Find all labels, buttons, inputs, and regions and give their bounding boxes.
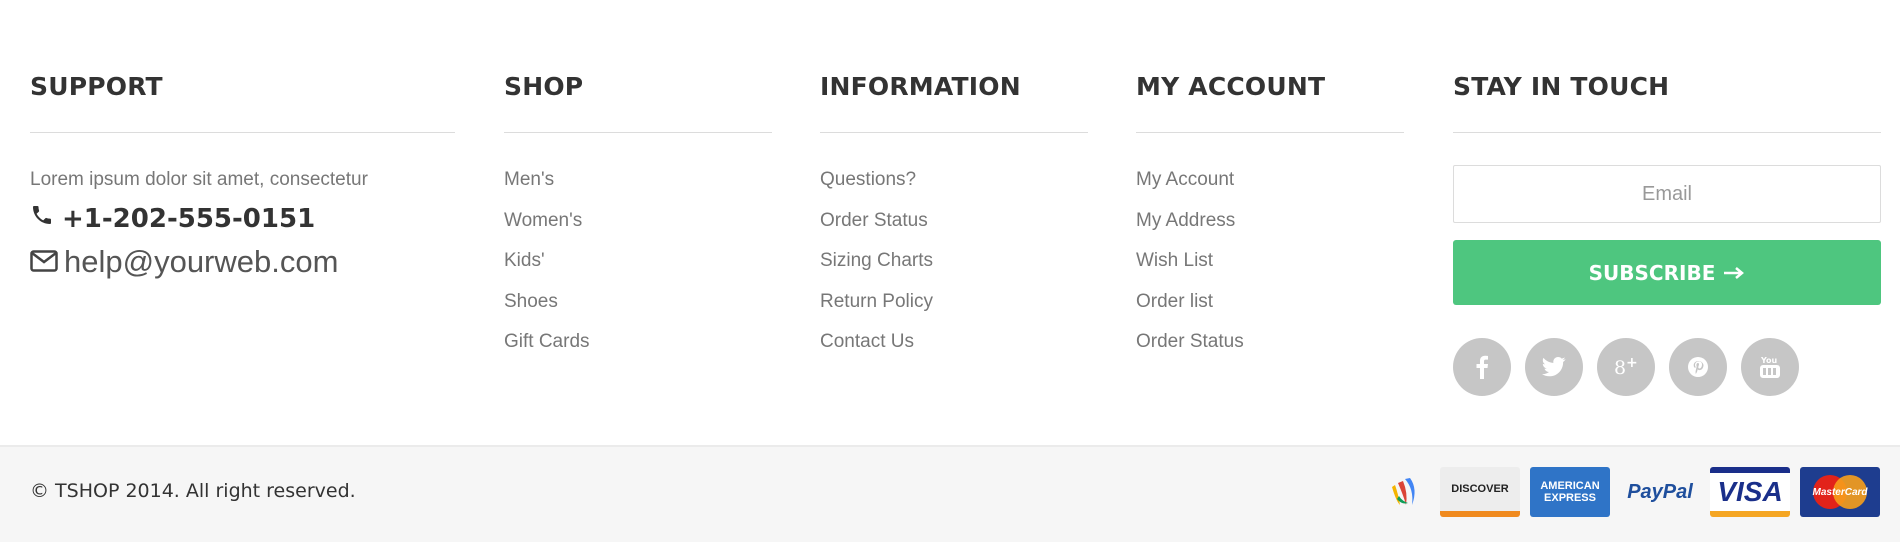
information-links: Questions? Order Status Sizing Charts Re…: [820, 169, 1088, 372]
divider: [820, 132, 1088, 133]
subscribe-label: SUBSCRIBE: [1588, 260, 1716, 285]
discover-icon: DISCOVER: [1440, 467, 1520, 517]
support-email[interactable]: help@yourweb.com: [30, 244, 455, 280]
facebook-icon[interactable]: [1453, 338, 1511, 396]
shop-link-mens[interactable]: Men's: [504, 169, 772, 210]
email-address: help@yourweb.com: [64, 244, 339, 279]
stay-in-touch-title: STAY IN TOUCH: [1453, 72, 1670, 101]
payment-methods: DISCOVER AMERICAN EXPRESS PayPal VISA Ma…: [1380, 467, 1880, 517]
info-link-sizing-charts[interactable]: Sizing Charts: [820, 250, 1088, 291]
newsletter-email-input[interactable]: [1453, 165, 1881, 223]
shop-link-womens[interactable]: Women's: [504, 210, 772, 251]
shop-link-shoes[interactable]: Shoes: [504, 291, 772, 332]
support-text: Lorem ipsum dolor sit amet, consectetur: [30, 169, 368, 190]
divider: [1453, 132, 1881, 133]
amex-label-line2: EXPRESS: [1544, 492, 1596, 504]
google-plus-icon[interactable]: 8 +: [1597, 338, 1655, 396]
phone-number: +1-202-555-0151: [62, 203, 316, 234]
subscribe-button[interactable]: SUBSCRIBE: [1453, 240, 1881, 305]
divider: [1136, 132, 1404, 133]
account-link-wish-list[interactable]: Wish List: [1136, 250, 1404, 291]
divider: [504, 132, 772, 133]
info-link-contact-us[interactable]: Contact Us: [820, 331, 1088, 372]
information-column: INFORMATION Questions? Order Status Sizi…: [820, 72, 1088, 372]
twitter-icon[interactable]: [1525, 338, 1583, 396]
paypal-label: PayPal: [1627, 480, 1693, 503]
account-link-my-account[interactable]: My Account: [1136, 169, 1404, 210]
info-link-questions[interactable]: Questions?: [820, 169, 1088, 210]
shop-links: Men's Women's Kids' Shoes Gift Cards: [504, 169, 772, 372]
svg-text:+: +: [1626, 356, 1638, 371]
info-link-return-policy[interactable]: Return Policy: [820, 291, 1088, 332]
shop-link-gift-cards[interactable]: Gift Cards: [504, 331, 772, 372]
discover-label: DISCOVER: [1451, 483, 1509, 495]
account-links: My Account My Address Wish List Order li…: [1136, 169, 1404, 372]
pinterest-icon[interactable]: [1669, 338, 1727, 396]
shop-column: SHOP Men's Women's Kids' Shoes Gift Card…: [504, 72, 772, 372]
stay-in-touch-column: STAY IN TOUCH SUBSCRIBE 8+ You: [1453, 72, 1881, 396]
support-title: SUPPORT: [30, 72, 163, 101]
visa-label: VISA: [1717, 476, 1783, 507]
american-express-icon: AMERICAN EXPRESS: [1530, 467, 1610, 517]
info-link-order-status[interactable]: Order Status: [820, 210, 1088, 251]
account-link-my-address[interactable]: My Address: [1136, 210, 1404, 251]
copyright-text: © TSHOP 2014. All right reserved.: [30, 480, 356, 502]
amex-label-line1: AMERICAN: [1540, 480, 1600, 492]
svg-text:8: 8: [1614, 357, 1626, 378]
google-wallet-icon: [1380, 467, 1430, 517]
account-link-order-status[interactable]: Order Status: [1136, 331, 1404, 372]
visa-icon: VISA: [1710, 467, 1790, 517]
divider: [30, 132, 455, 133]
shop-link-kids[interactable]: Kids': [504, 250, 772, 291]
support-phone[interactable]: +1-202-555-0151: [30, 203, 455, 234]
support-column: SUPPORT Lorem ipsum dolor sit amet, cons…: [30, 72, 455, 280]
information-title: INFORMATION: [820, 72, 1021, 101]
mastercard-label: MasterCard: [1812, 486, 1868, 498]
arrow-right-icon: [1723, 261, 1745, 285]
account-title: MY ACCOUNT: [1136, 72, 1326, 101]
footer-bottom: © TSHOP 2014. All right reserved. DISCOV…: [0, 445, 1900, 542]
paypal-icon: PayPal: [1620, 467, 1700, 517]
shop-title: SHOP: [504, 72, 584, 101]
phone-icon: [30, 203, 54, 234]
svg-text:You: You: [1760, 356, 1778, 365]
envelope-icon: [30, 244, 58, 280]
footer-main: SUPPORT Lorem ipsum dolor sit amet, cons…: [0, 0, 1900, 445]
mastercard-icon: MasterCard: [1800, 467, 1880, 517]
social-links: 8 + You: [1453, 338, 1881, 396]
youtube-icon[interactable]: You: [1741, 338, 1799, 396]
account-column: MY ACCOUNT My Account My Address Wish Li…: [1136, 72, 1404, 372]
account-link-order-list[interactable]: Order list: [1136, 291, 1404, 332]
